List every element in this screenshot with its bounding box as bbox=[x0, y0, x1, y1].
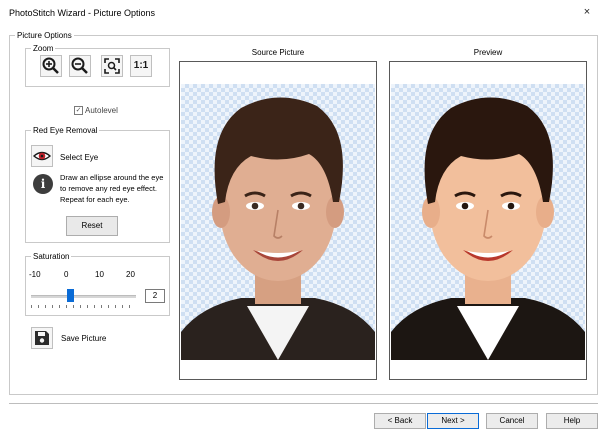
source-photo bbox=[181, 97, 375, 360]
save-picture-button[interactable] bbox=[31, 327, 53, 349]
window-title: PhotoStitch Wizard - Picture Options bbox=[9, 8, 156, 18]
source-picture-panel[interactable] bbox=[179, 61, 377, 380]
zoom-in-icon bbox=[42, 57, 59, 74]
title-bar: PhotoStitch Wizard - Picture Options × bbox=[0, 0, 600, 24]
help-button[interactable]: Help bbox=[546, 413, 598, 429]
saturation-tick-mark bbox=[52, 305, 53, 308]
saturation-tick-mark bbox=[80, 305, 81, 308]
saturation-tick-label: 0 bbox=[64, 270, 69, 279]
eye-icon bbox=[32, 151, 52, 161]
zoom-in-button[interactable] bbox=[40, 55, 62, 77]
saturation-tick-marks bbox=[31, 305, 130, 308]
saturation-tick-mark bbox=[101, 305, 102, 308]
saturation-value-field[interactable]: 2 bbox=[145, 289, 165, 303]
saturation-tick-mark bbox=[94, 305, 95, 308]
zoom-actual-size-button[interactable]: 1:1 bbox=[130, 55, 152, 77]
saturation-tick-mark bbox=[87, 305, 88, 308]
red-eye-legend: Red Eye Removal bbox=[33, 126, 98, 135]
zoom-out-icon bbox=[71, 57, 88, 74]
saturation-tick-mark bbox=[73, 305, 74, 308]
zoom-legend: Zoom bbox=[33, 44, 54, 53]
checkbox-check-icon: ✓ bbox=[74, 106, 83, 115]
select-eye-button[interactable] bbox=[31, 145, 53, 167]
autolevel-checkbox[interactable]: ✓ Autolevel bbox=[74, 106, 118, 115]
footer-separator bbox=[9, 403, 598, 404]
close-button[interactable]: × bbox=[580, 5, 594, 19]
select-eye-label: Select Eye bbox=[60, 153, 99, 162]
saturation-tick-mark bbox=[129, 305, 130, 308]
saturation-tick-label: -10 bbox=[29, 270, 41, 279]
saturation-tick-label: 20 bbox=[126, 270, 135, 279]
zoom-out-button[interactable] bbox=[69, 55, 91, 77]
zoom-actual-size-icon: 1:1 bbox=[133, 60, 149, 71]
saturation-slider-thumb[interactable] bbox=[67, 289, 74, 302]
picture-options-legend: Picture Options bbox=[17, 31, 72, 40]
saturation-tick-mark bbox=[31, 305, 32, 308]
source-picture-title: Source Picture bbox=[251, 48, 305, 57]
autolevel-label: Autolevel bbox=[85, 106, 118, 115]
save-icon bbox=[35, 331, 49, 345]
preview-title: Preview bbox=[473, 48, 503, 57]
saturation-tick-mark bbox=[66, 305, 67, 308]
next-button[interactable]: Next > bbox=[427, 413, 479, 429]
red-eye-instructions: Draw an ellipse around the eye to remove… bbox=[60, 173, 164, 204]
saturation-tick-mark bbox=[45, 305, 46, 308]
saturation-tick-mark bbox=[115, 305, 116, 308]
saturation-tick-mark bbox=[38, 305, 39, 308]
saturation-tick-mark bbox=[108, 305, 109, 308]
preview-panel[interactable] bbox=[389, 61, 587, 380]
saturation-tick-mark bbox=[122, 305, 123, 308]
reset-button[interactable]: Reset bbox=[66, 216, 118, 236]
saturation-tick-label: 10 bbox=[95, 270, 104, 279]
preview-photo bbox=[391, 97, 585, 360]
saturation-slider-track[interactable] bbox=[31, 295, 136, 298]
info-icon: i bbox=[33, 174, 53, 194]
saturation-tick-mark bbox=[59, 305, 60, 308]
save-picture-label: Save Picture bbox=[61, 334, 107, 343]
zoom-fit-icon bbox=[104, 58, 120, 74]
zoom-fit-button[interactable] bbox=[101, 55, 123, 77]
saturation-legend: Saturation bbox=[33, 252, 70, 261]
back-button[interactable]: < Back bbox=[374, 413, 426, 429]
cancel-button[interactable]: Cancel bbox=[486, 413, 538, 429]
